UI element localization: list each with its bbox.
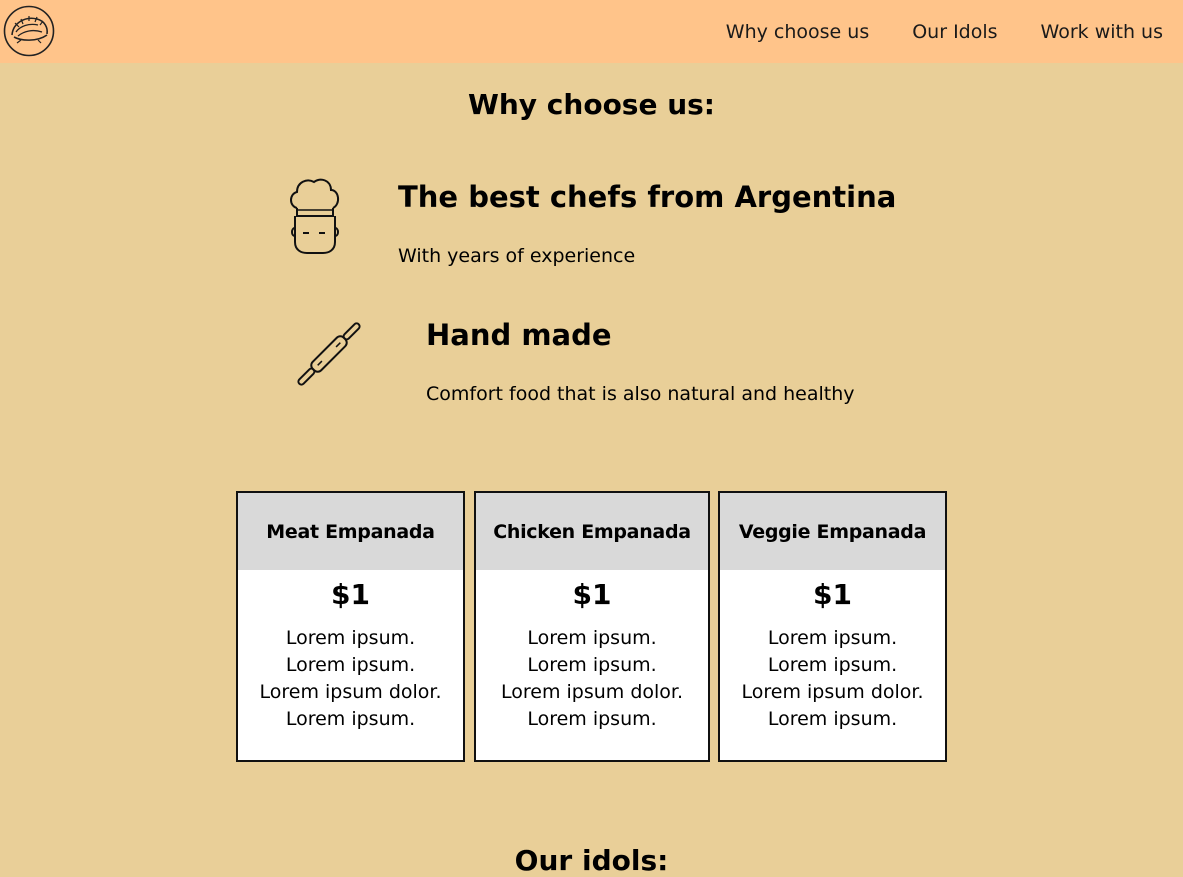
nav-link-why-choose-us[interactable]: Why choose us xyxy=(726,21,869,43)
description-line: Lorem ipsum. xyxy=(767,708,898,730)
main-nav: Why choose us Our Idols Work with us xyxy=(683,0,1163,63)
product-price: $1 xyxy=(813,578,852,611)
description-line: Lorem ipsum dolor. xyxy=(741,681,924,703)
nav-link-our-idols[interactable]: Our Idols xyxy=(912,21,997,43)
description-line: Lorem ipsum. xyxy=(285,708,416,730)
product-name: Meat Empanada xyxy=(238,493,463,570)
chef-icon xyxy=(290,178,339,254)
description-line: Lorem ipsum. xyxy=(527,627,657,649)
description-line: Lorem ipsum. xyxy=(527,654,657,676)
product-description: Lorem ipsum. Lorem ipsum. Lorem ipsum do… xyxy=(476,625,708,733)
feature-text-hand-made: Comfort food that is also natural and he… xyxy=(426,383,855,405)
description-line: Lorem ipsum dolor. xyxy=(259,681,442,703)
product-description: Lorem ipsum. Lorem ipsum. Lorem ipsum do… xyxy=(238,625,463,733)
product-price: $1 xyxy=(331,578,370,611)
product-name: Veggie Empanada xyxy=(720,493,945,570)
our-idols-title: Our idols: xyxy=(514,844,669,877)
product-price: $1 xyxy=(572,578,612,611)
description-line: Lorem ipsum. xyxy=(767,654,898,676)
description-line: Lorem ipsum. xyxy=(285,627,416,649)
feature-title-hand-made: Hand made xyxy=(426,318,612,352)
product-card-veggie: Veggie Empanada $1 Lorem ipsum. Lorem ip… xyxy=(718,491,947,762)
feature-title-chefs: The best chefs from Argentina xyxy=(398,180,897,214)
description-line: Lorem ipsum dolor. xyxy=(500,681,684,703)
nav-link-work-with-us[interactable]: Work with us xyxy=(1041,21,1163,43)
empanada-logo-icon[interactable] xyxy=(3,5,55,57)
product-card-chicken: Chicken Empanada $1 Lorem ipsum. Lorem i… xyxy=(474,491,710,762)
description-line: Lorem ipsum. xyxy=(285,654,416,676)
product-card-meat: Meat Empanada $1 Lorem ipsum. Lorem ipsu… xyxy=(236,491,465,762)
description-line: Lorem ipsum. xyxy=(767,627,898,649)
feature-text-chefs: With years of experience xyxy=(398,245,636,267)
why-choose-us-title: Why choose us: xyxy=(467,88,716,121)
description-line: Lorem ipsum. xyxy=(527,708,657,730)
rolling-pin-icon xyxy=(297,322,361,386)
product-name: Chicken Empanada xyxy=(476,493,708,570)
site-header: Why choose us Our Idols Work with us xyxy=(0,0,1183,63)
product-description: Lorem ipsum. Lorem ipsum. Lorem ipsum do… xyxy=(720,625,945,733)
